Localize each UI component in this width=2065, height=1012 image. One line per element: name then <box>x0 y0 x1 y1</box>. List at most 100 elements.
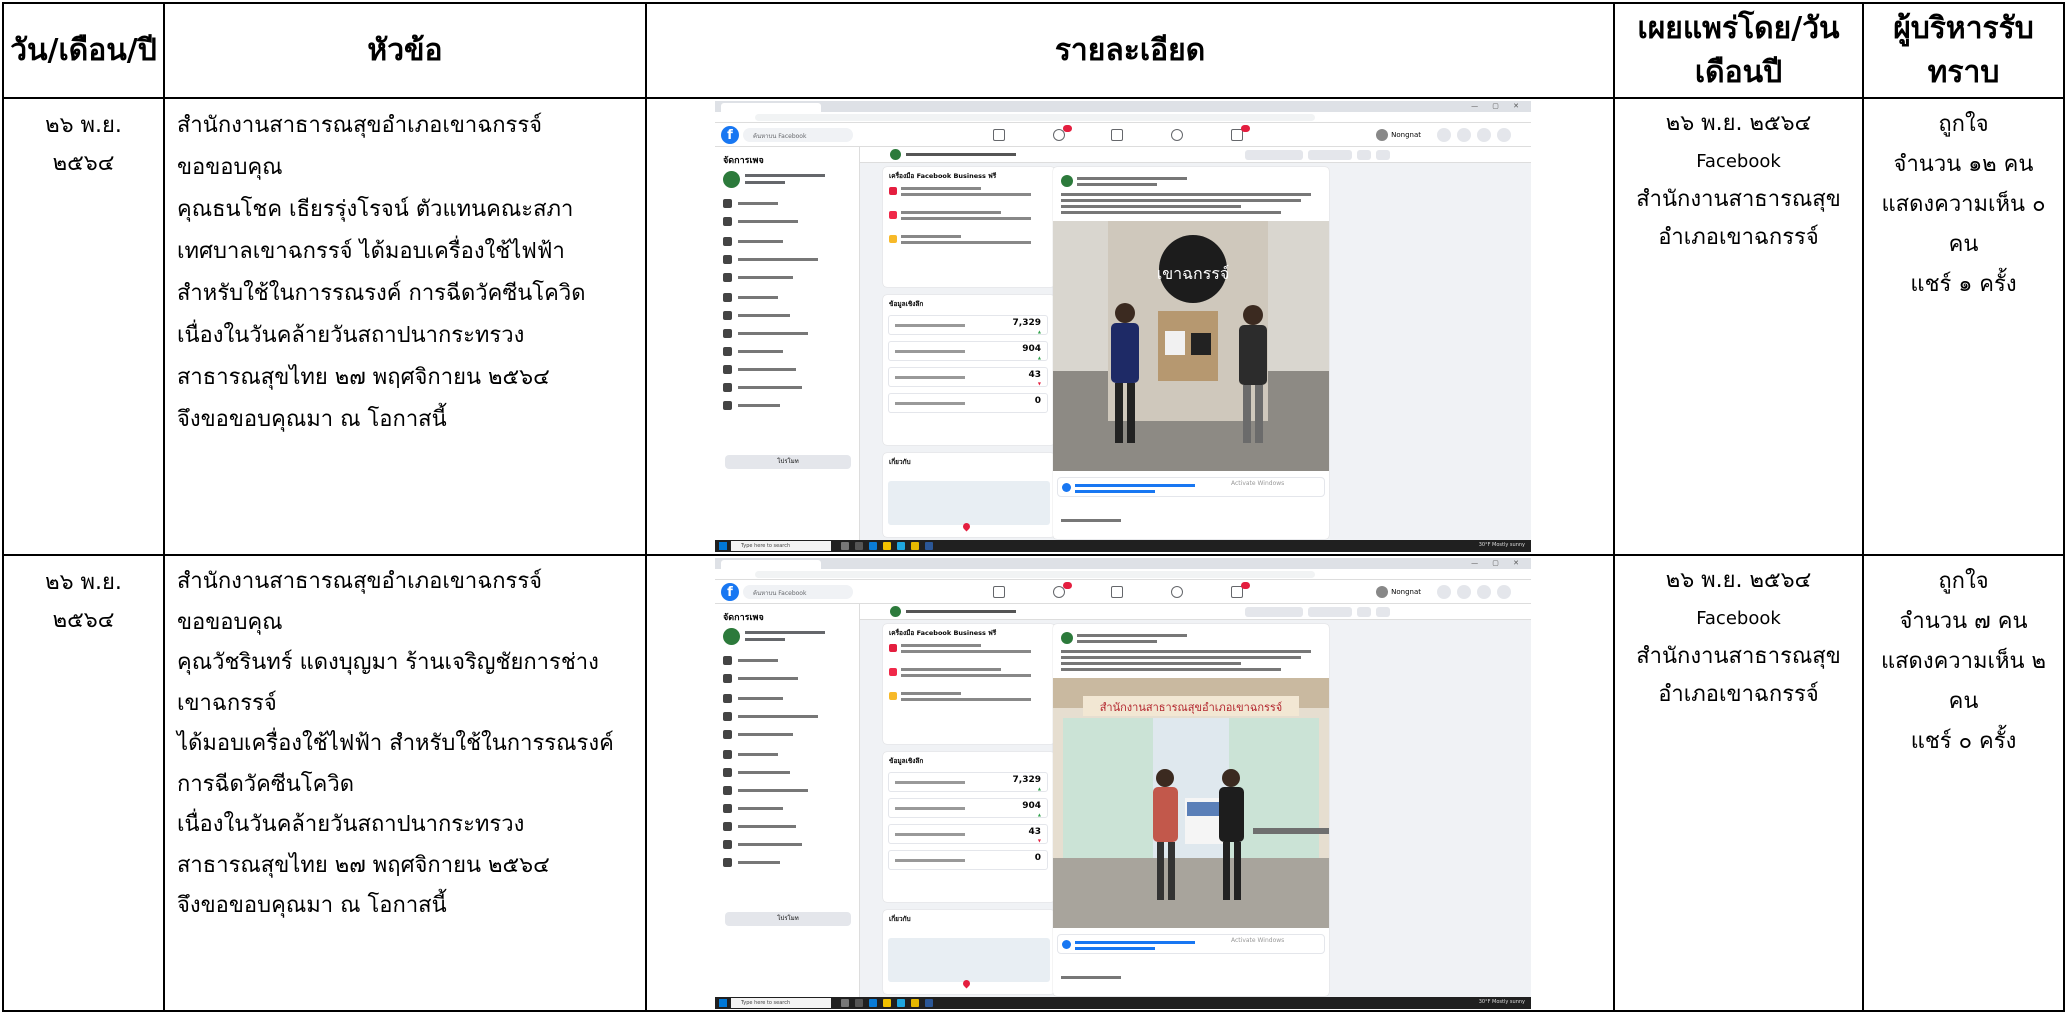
notification-badge <box>1241 582 1250 589</box>
facebook-post: สำนักงานสาธารณสุขอำเภอเขาฉกรรจ์ Activate… <box>1053 624 1329 996</box>
sidebar-item <box>723 692 851 706</box>
facebook-topbar: f ค้นหาบน Facebook Nongnat <box>715 580 1531 604</box>
subject-line: คุณธนโชค เธียรรุ่งโรจน์ ตัวแทนคณะสภา <box>177 197 574 222</box>
url-field <box>755 114 1315 121</box>
windows-start-icon <box>719 542 727 550</box>
business-tools-card: เครื่องมือ Facebook Business ฟรี <box>883 167 1055 287</box>
notification-badge <box>1241 125 1250 132</box>
browser-tab <box>721 103 821 112</box>
sidebar-item <box>723 856 851 870</box>
header-date: วัน/เดือน/ปี <box>2 2 165 99</box>
date-day-month: ๒๖ พ.ย. <box>45 570 122 595</box>
home-icon <box>993 129 1005 141</box>
subject-line: เทศบาลเขาฉกรรจ์ ได้มอบเครื่องใช้ไฟฟ้า <box>177 239 565 264</box>
activate-watermark: Activate Windows <box>1231 937 1285 944</box>
sidebar-item <box>723 363 851 377</box>
chrome-icon <box>911 542 919 550</box>
sidebar-item <box>723 235 851 249</box>
facebook-search: ค้นหาบน Facebook <box>743 585 853 599</box>
promote-button: โปรโมท <box>725 912 851 926</box>
date-year: ๒๕๖๔ <box>52 608 115 633</box>
detail-cell: — ▢ ✕ f ค้นหาบน Facebook Nongnat จัดการเ… <box>645 97 1615 556</box>
messenger-icon <box>1457 585 1471 599</box>
search-button <box>1357 150 1371 160</box>
published-cell: ๒๖ พ.ย. ๒๕๖๔ Facebook สำนักงานสาธารณสุข … <box>1613 554 1864 1012</box>
donation-photo: เขาฉกรรจ์ <box>1053 221 1329 471</box>
header-published: เผยแพร่โดย/วันเดือนปี <box>1613 2 1864 99</box>
subject-line: เนื่องในวันคล้ายวันสถาปนากระทรวง <box>177 812 525 837</box>
sidebar-item <box>723 672 851 686</box>
post-photo: สำนักงานสาธารณสุขอำเภอเขาฉกรรจ์ <box>1053 678 1329 928</box>
text-line <box>1061 662 1241 665</box>
stat-box: 43 ▼ <box>888 367 1048 387</box>
sidebar-item <box>723 710 851 724</box>
text-line <box>1077 177 1187 180</box>
page-avatar <box>723 171 740 188</box>
text-line <box>1061 519 1121 522</box>
edge-icon <box>869 542 877 550</box>
page-name <box>906 153 1016 156</box>
window-controls: — ▢ ✕ <box>1471 559 1525 567</box>
sidebar-item <box>723 381 851 395</box>
info-icon <box>1062 483 1071 492</box>
text-line <box>745 638 785 641</box>
published-org: อำเภอเขาฉกรรจ์ <box>1658 682 1819 707</box>
donation-photo: สำนักงานสาธารณสุขอำเภอเขาฉกรรจ์ <box>1053 678 1329 928</box>
page-avatar <box>890 606 901 617</box>
date-cell: ๒๖ พ.ย. ๒๕๖๔ <box>2 554 165 1012</box>
ack-line: จำนวน ๗ คน <box>1899 609 2028 634</box>
report-table: วัน/เดือน/ปี หัวข้อ รายละเอียด เผยแพร่โด… <box>2 2 2065 1012</box>
sidebar-item <box>723 838 851 852</box>
user-chip: Nongnat <box>1376 129 1421 141</box>
promote-button <box>1308 607 1352 617</box>
marketplace-icon <box>1111 586 1123 598</box>
browser-tabbar: — ▢ ✕ <box>715 101 1531 112</box>
folder-icon <box>883 999 891 1007</box>
post-avatar <box>1061 175 1073 187</box>
tool-item <box>889 642 1044 662</box>
home-icon <box>993 586 1005 598</box>
page-sidebar: จัดการเพจ โปรโมท <box>715 147 860 540</box>
sidebar-item <box>723 802 851 816</box>
notification-badge <box>1063 582 1072 589</box>
stat-box: 904 ▲ <box>888 341 1048 361</box>
date-day-month: ๒๖ พ.ย. <box>45 113 122 138</box>
header-acknowledged: ผู้บริหารรับทราบ <box>1862 2 2065 99</box>
about-card: เกี่ยวกับ <box>883 910 1055 994</box>
manage-page-title: จัดการเพจ <box>723 156 764 166</box>
page-chip <box>723 169 851 191</box>
post-photo: เขาฉกรรจ์ <box>1053 221 1329 471</box>
sidebar-item <box>723 784 851 798</box>
stat-box: 7,329 ▲ <box>888 772 1048 792</box>
insights-card: ข้อมูลเชิงลึก 7,329 ▲ 904 ▲ 43 ▼ 0 <box>883 295 1055 445</box>
window-controls: — ▢ ✕ <box>1471 102 1525 110</box>
search-button <box>1357 607 1371 617</box>
sidebar-item <box>723 271 851 285</box>
taskbar-app-icon <box>925 999 933 1007</box>
text-line <box>1077 634 1187 637</box>
edit-button <box>1245 607 1303 617</box>
subject-line: คุณวัชรินทร์ แดงบุญมา ร้านเจริญชัยการช่า… <box>177 650 599 675</box>
tool-item <box>889 690 1044 710</box>
detail-cell: — ▢ ✕ f ค้นหาบน Facebook Nongnat จัดการเ… <box>645 554 1615 1012</box>
avatar <box>1376 586 1389 598</box>
ack-line: ถูกใจ <box>1938 112 1989 137</box>
text-line <box>1061 211 1281 214</box>
svg-text:เขาฉกรรจ์: เขาฉกรรจ์ <box>1157 264 1230 283</box>
manage-page-title: จัดการเพจ <box>723 613 764 623</box>
account-icon <box>1497 585 1511 599</box>
info-icon <box>1062 940 1071 949</box>
business-tools-card: เครื่องมือ Facebook Business ฟรี <box>883 624 1055 744</box>
tool-item <box>889 233 1044 253</box>
sidebar-item <box>723 345 851 359</box>
ack-line: จำนวน ๑๒ คน <box>1893 152 2034 177</box>
facebook-screenshot: — ▢ ✕ f ค้นหาบน Facebook Nongnat จัดการเ… <box>715 101 1531 552</box>
insights-title: ข้อมูลเชิงลึก <box>889 757 924 765</box>
header-detail: รายละเอียด <box>645 2 1615 99</box>
taskbar-app-icon <box>855 542 863 550</box>
browser-tab <box>721 560 821 569</box>
sidebar-item <box>723 748 851 762</box>
facebook-topbar: f ค้นหาบน Facebook Nongnat <box>715 123 1531 147</box>
stat-box: 43 ▼ <box>888 824 1048 844</box>
sidebar-item <box>723 309 851 323</box>
